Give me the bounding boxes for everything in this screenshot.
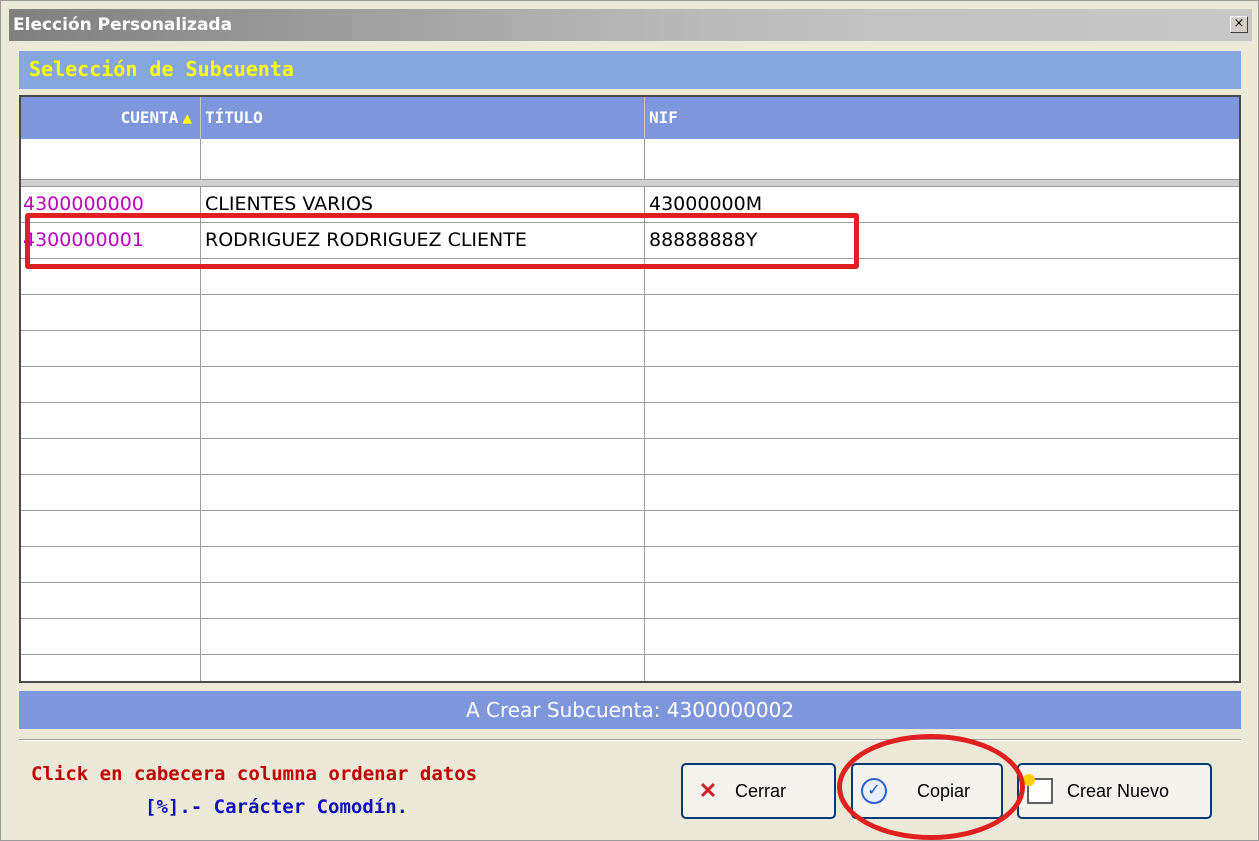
empty-row bbox=[21, 655, 1239, 681]
column-header-nif[interactable]: NIF bbox=[645, 97, 1239, 139]
filter-input-nif[interactable] bbox=[645, 139, 1239, 179]
status-bar: A Crear Subcuenta: 4300000002 bbox=[19, 691, 1241, 729]
window-title: Elección Personalizada bbox=[13, 15, 233, 35]
new-document-icon bbox=[1023, 774, 1053, 804]
filter-separator bbox=[21, 179, 1239, 187]
cerrar-button[interactable]: ✕ Cerrar bbox=[681, 763, 836, 819]
section-header: Selección de Subcuenta bbox=[19, 51, 1241, 89]
cell-nif: 43000000M bbox=[649, 193, 763, 215]
empty-row bbox=[21, 475, 1239, 511]
wildcard-hint: [%].- Carácter Comodín. bbox=[145, 796, 409, 818]
cell-cuenta: 4300000000 bbox=[21, 187, 201, 222]
grid-header: CUENTA ▲ TÍTULO NIF bbox=[21, 97, 1239, 139]
empty-row bbox=[21, 547, 1239, 583]
cell-cuenta: 4300000001 bbox=[21, 223, 201, 258]
section-title: Selección de Subcuenta bbox=[29, 57, 294, 81]
copiar-label: Copiar bbox=[917, 780, 971, 801]
filter-input-cuenta[interactable] bbox=[21, 139, 201, 179]
subcuenta-grid[interactable]: CUENTA ▲ TÍTULO NIF 4300000000 CLIENTES V… bbox=[19, 95, 1241, 683]
empty-row bbox=[21, 295, 1239, 331]
dialog-window: Elección Personalizada × Selección de Su… bbox=[0, 0, 1259, 841]
sort-hint: Click en cabecera columna ordenar datos bbox=[31, 763, 478, 785]
copiar-button[interactable]: ✓ Copiar bbox=[851, 763, 1003, 819]
filter-input-titulo[interactable] bbox=[201, 139, 645, 179]
filter-row bbox=[21, 139, 1239, 179]
empty-row bbox=[21, 331, 1239, 367]
cell-titulo: CLIENTES VARIOS bbox=[201, 187, 645, 222]
empty-row bbox=[21, 439, 1239, 475]
title-bar[interactable]: Elección Personalizada × bbox=[9, 9, 1252, 41]
crear-nuevo-label: Crear Nuevo bbox=[1067, 780, 1170, 801]
empty-row bbox=[21, 403, 1239, 439]
column-header-cuenta[interactable]: CUENTA ▲ bbox=[21, 97, 201, 139]
check-circle-icon: ✓ bbox=[861, 778, 887, 804]
table-row[interactable]: 4300000001 RODRIGUEZ RODRIGUEZ CLIENTE 8… bbox=[21, 223, 1239, 259]
cerrar-label: Cerrar bbox=[735, 780, 787, 801]
divider bbox=[19, 739, 1241, 741]
empty-row bbox=[21, 619, 1239, 655]
cell-nif: 88888888Y bbox=[649, 229, 758, 251]
table-row[interactable]: 4300000000 CLIENTES VARIOS 43000000M bbox=[21, 187, 1239, 223]
empty-row bbox=[21, 511, 1239, 547]
empty-row bbox=[21, 583, 1239, 619]
x-icon: ✕ bbox=[698, 778, 718, 803]
empty-row bbox=[21, 367, 1239, 403]
column-header-titulo[interactable]: TÍTULO bbox=[201, 97, 645, 139]
cell-titulo: RODRIGUEZ RODRIGUEZ CLIENTE bbox=[201, 223, 645, 258]
close-icon[interactable]: × bbox=[1230, 16, 1248, 33]
empty-row bbox=[21, 259, 1239, 295]
sort-ascending-icon: ▲ bbox=[182, 108, 192, 127]
crear-nuevo-button[interactable]: Crear Nuevo bbox=[1017, 763, 1212, 819]
column-header-cuenta-label: CUENTA bbox=[120, 108, 179, 127]
